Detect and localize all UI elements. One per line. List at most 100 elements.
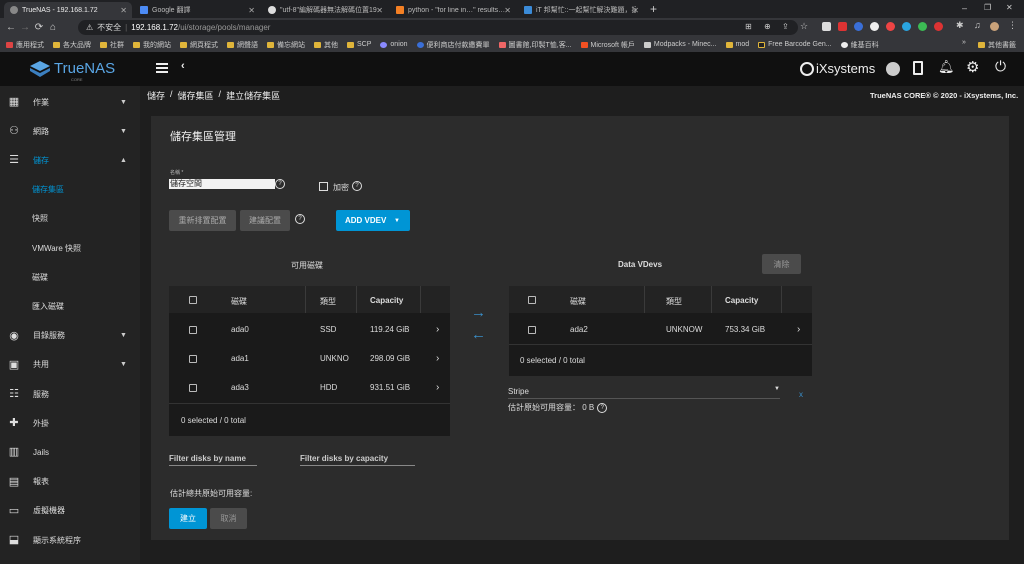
settings-gear-icon[interactable]: ⚙ [966, 58, 979, 76]
sidebar-item-10[interactable]: ☷ 服務 [0, 380, 140, 408]
bookmark-item[interactable]: 應用程式 [6, 40, 44, 50]
table-row[interactable]: ada3 HDD 931.51 GiB › [169, 373, 450, 402]
expand-row-chevron-icon[interactable]: › [436, 324, 439, 335]
row-checkbox[interactable] [189, 325, 197, 334]
translate-page-icon[interactable]: ⊞ [745, 22, 752, 31]
sidebar-item-5[interactable]: VMWare 快照 [0, 234, 140, 262]
vdev-layout-select[interactable]: Stripe [508, 387, 529, 396]
sidebar-item-4[interactable]: 快照 [0, 205, 140, 233]
name-help-icon[interactable]: ? [275, 179, 285, 189]
close-tab-icon[interactable]: ✕ [376, 6, 383, 15]
breadcrumb-item-storage[interactable]: 儲存 [147, 89, 165, 102]
bookmark-item[interactable]: 我的網站 [133, 40, 171, 50]
new-tab-button[interactable]: + [650, 2, 657, 16]
bookmark-item[interactable]: 網頁程式 [180, 40, 218, 50]
bookmark-item[interactable]: onion [380, 41, 408, 48]
close-window-icon[interactable]: ✕ [1006, 3, 1013, 12]
bookmark-item[interactable]: 便利商店付款繳費單 [416, 40, 490, 50]
restore-window-icon[interactable]: ❐ [984, 3, 991, 12]
select-all-checkbox[interactable] [189, 296, 197, 304]
column-header-type[interactable]: 類型 [320, 296, 336, 307]
bookmark-item[interactable]: 其他 [314, 40, 338, 50]
close-tab-icon[interactable]: ✕ [120, 6, 127, 15]
reset-layout-button[interactable]: 重新排置配置 [169, 210, 236, 231]
notifications-bell-icon[interactable]: 🔔︎ [938, 59, 955, 75]
extensions-puzzle-icon[interactable]: ✱ [956, 20, 965, 30]
bookmark-item[interactable]: mod [725, 41, 749, 48]
address-bar[interactable]: ⚠ 不安全 | 192.168.1.72 /ui/storage/pools/m… [78, 20, 798, 35]
sidebar-item-0[interactable]: ▦ 作業 ▼ [0, 88, 140, 116]
bookmarks-overflow-icon[interactable]: » [962, 39, 966, 46]
column-header-type[interactable]: 類型 [666, 296, 682, 307]
bookmark-item[interactable]: 備忘網站 [267, 40, 305, 50]
chevron-down-icon[interactable]: ▼ [394, 218, 400, 224]
table-row[interactable]: ada1 UNKNO 298.09 GiB › [169, 344, 450, 373]
chevron-down-icon[interactable]: ▼ [120, 128, 127, 135]
remove-vdev-button[interactable]: 清除 [762, 254, 801, 274]
truenas-logo[interactable]: TrueNAS [30, 60, 115, 77]
extension-icon[interactable] [918, 22, 927, 31]
chevron-up-icon[interactable]: ▲ [120, 157, 127, 164]
table-row[interactable]: ada0 SSD 119.24 GiB › [169, 315, 450, 344]
extension-icon[interactable] [934, 22, 943, 31]
menu-toggle-icon[interactable] [156, 61, 168, 73]
sidebar-item-3[interactable]: 儲存集區 [0, 176, 140, 204]
browser-tab-ithome[interactable]: iT 邦幫忙::一起幫忙解決難題，拯… ✕ [518, 2, 644, 18]
row-checkbox[interactable] [189, 383, 197, 392]
clipboard-tasks-icon[interactable] [913, 61, 923, 75]
move-right-arrow-icon[interactable]: → [471, 304, 486, 321]
select-all-checkbox[interactable] [528, 296, 536, 304]
sidebar-item-8[interactable]: ◉ 目錄服務 ▼ [0, 322, 140, 350]
encryption-checkbox[interactable] [319, 182, 328, 191]
home-icon[interactable]: ⌂ [46, 22, 60, 33]
extension-icon[interactable] [886, 22, 895, 31]
chevron-down-icon[interactable]: ▼ [120, 332, 127, 339]
sidebar-item-9[interactable]: ▣ 共用 ▼ [0, 351, 140, 379]
column-header-capacity[interactable]: Capacity [370, 296, 403, 305]
encryption-help-icon[interactable]: ? [352, 181, 362, 191]
close-tab-icon[interactable]: ✕ [632, 6, 639, 15]
chevron-down-icon[interactable]: ▼ [120, 99, 127, 106]
filter-by-name-input[interactable]: Filter disks by name [169, 454, 246, 463]
row-checkbox[interactable] [528, 325, 536, 334]
bookmark-item[interactable]: SCP [347, 41, 371, 48]
bookmark-item[interactable]: 社群 [100, 40, 124, 50]
bookmark-item[interactable]: 網聲語 [227, 40, 258, 50]
browser-tab-google-search[interactable]: "utf-8"編解碼器無法解碼位置19… ✕ [262, 2, 388, 18]
ixsystems-logo[interactable]: iXsystems [800, 61, 875, 76]
sidebar-item-2[interactable]: ☰ 儲存 ▲ [0, 146, 140, 174]
column-header-capacity[interactable]: Capacity [725, 296, 758, 305]
table-row[interactable]: ada2 UNKNOW 753.34 GiB › [509, 315, 812, 344]
reload-icon[interactable]: ⟳ [32, 22, 46, 33]
pool-name-input[interactable]: 儲存空間 [169, 179, 275, 189]
other-bookmarks[interactable]: 其他書籤 [978, 40, 1016, 50]
extension-icon[interactable] [854, 22, 863, 31]
extension-icon[interactable] [902, 22, 911, 31]
sidebar-item-15[interactable]: ⬓ 顯示系統程序 [0, 526, 140, 554]
bookmark-item[interactable]: Modpacks - Minec... [643, 41, 717, 48]
filter-by-capacity-input[interactable]: Filter disks by capacity [300, 454, 388, 463]
browser-menu-icon[interactable]: ⋮ [1008, 20, 1017, 30]
expand-row-chevron-icon[interactable]: › [436, 353, 439, 364]
column-header-disk[interactable]: 磁碟 [570, 296, 586, 307]
browser-tab-truenas[interactable]: TrueNAS - 192.168.1.72 ✕ [4, 2, 132, 18]
close-tab-icon[interactable]: ✕ [248, 6, 255, 15]
expand-row-chevron-icon[interactable]: › [436, 382, 439, 393]
sidebar-item-6[interactable]: 磁碟 [0, 263, 140, 291]
layout-help-icon[interactable]: ? [295, 214, 305, 224]
browser-tab-translate[interactable]: Google 翻譯 ✕ [134, 2, 260, 18]
profile-avatar-icon[interactable] [990, 22, 999, 31]
sidebar-item-13[interactable]: ▤ 報表 [0, 468, 140, 496]
forward-icon[interactable]: → [18, 22, 32, 33]
bookmark-item[interactable]: 各大品牌 [53, 40, 91, 50]
power-icon[interactable]: ⏻ [995, 58, 1006, 75]
zoom-icon[interactable]: ⊕ [764, 22, 771, 31]
back-icon[interactable]: ← [4, 22, 18, 33]
browser-tab-stackoverflow[interactable]: python - "for line in…" results… ✕ [390, 2, 516, 18]
adblock-extension-icon[interactable] [838, 22, 847, 31]
cancel-button[interactable]: 取消 [210, 508, 247, 529]
create-button[interactable]: 建立 [169, 508, 207, 529]
collapse-chevron-icon[interactable]: ‹ [181, 60, 185, 72]
suggest-layout-button[interactable]: 建議配置 [240, 210, 290, 231]
move-left-arrow-icon[interactable]: ← [471, 326, 486, 343]
